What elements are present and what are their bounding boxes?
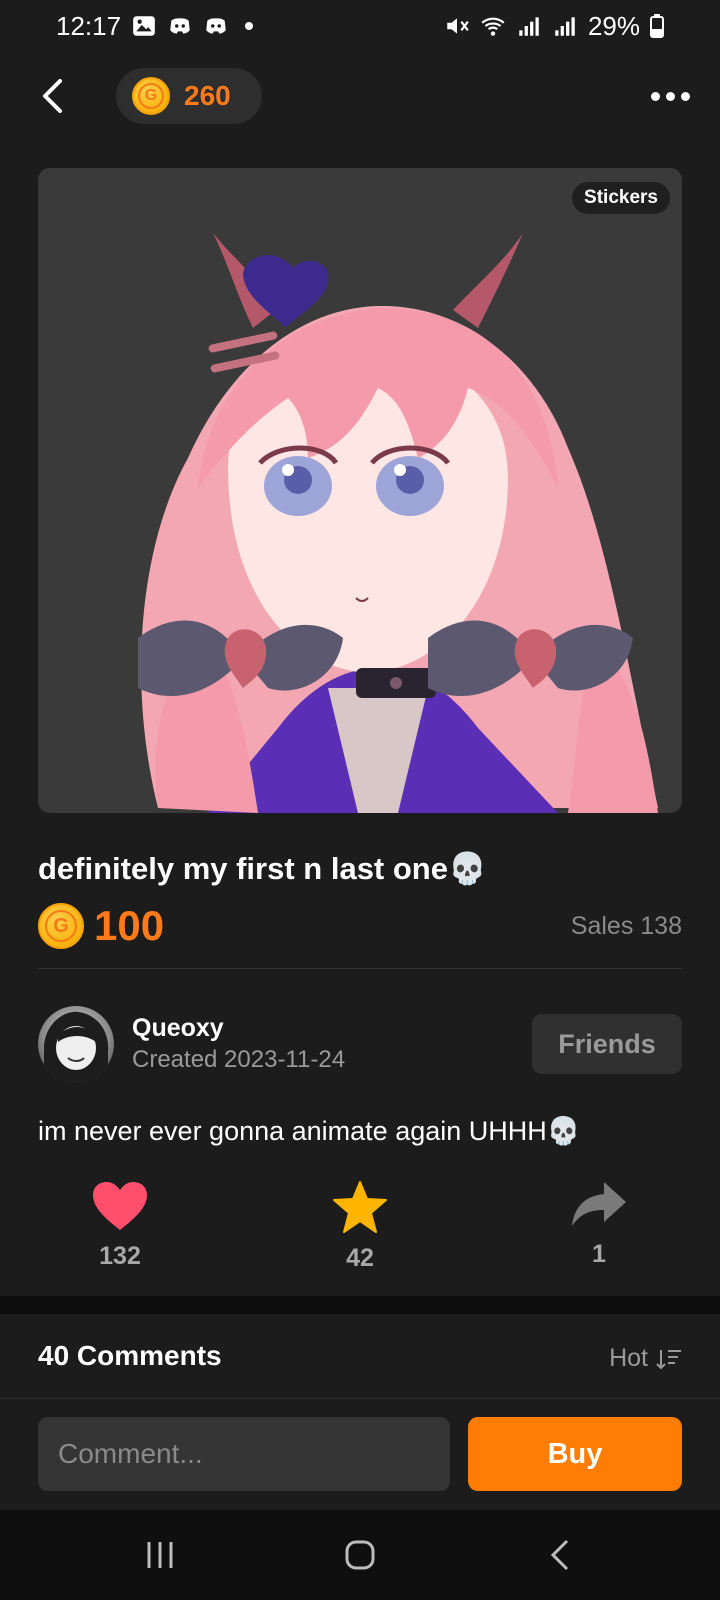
like-count: 132 [99, 1242, 141, 1270]
price-row: G 100 Sales 138 [38, 900, 682, 952]
more-icon [650, 91, 660, 101]
favorite-count: 42 [346, 1244, 374, 1272]
comments-title: 40 Comments [38, 1340, 222, 1371]
coin-balance-pill[interactable]: G 260 [116, 68, 262, 124]
discord-notification-icon [170, 18, 190, 34]
share-button[interactable]: 1 [549, 1180, 649, 1269]
like-button[interactable]: 132 [70, 1180, 170, 1271]
section-separator [0, 1296, 720, 1314]
author-row: Queoxy Created 2023-11-24 Friends [38, 1006, 682, 1082]
sticker-category-tag: Stickers [572, 182, 670, 214]
coin-balance: 260 [184, 80, 231, 111]
status-bar: 12:17 29% [0, 0, 720, 52]
back-arrow-icon [43, 79, 62, 113]
nav-back-icon [550, 1539, 569, 1571]
signal-icon [519, 17, 539, 36]
signal-icon-2 [555, 17, 575, 36]
comment-input[interactable] [38, 1417, 450, 1491]
comments-header: 40 Comments Hot [0, 1314, 720, 1398]
divider [38, 968, 682, 969]
battery-percent: 29% [587, 10, 640, 41]
discord-notification-icon-2 [206, 18, 226, 34]
sticker-description: im never ever gonna animate again UHHH💀 [38, 1116, 581, 1146]
share-icon [572, 1182, 626, 1226]
share-count: 1 [592, 1240, 606, 1268]
recents-icon [147, 1542, 173, 1568]
notification-dot-icon [245, 22, 254, 30]
home-icon [345, 1540, 375, 1570]
sticker-price: 100 [94, 902, 165, 949]
coin-icon: G [132, 77, 170, 115]
avatar[interactable] [38, 1006, 114, 1082]
bottom-action-bar: Buy [0, 1398, 720, 1510]
mute-icon [447, 18, 469, 34]
nav-back-button[interactable] [530, 1532, 590, 1578]
home-button[interactable] [330, 1532, 390, 1578]
author-name[interactable]: Queoxy [132, 1014, 224, 1043]
actions-row: 132 42 1 [0, 1180, 720, 1280]
buy-button[interactable]: Buy [468, 1417, 682, 1491]
more-options-button[interactable] [648, 78, 692, 114]
avatar-image [44, 1011, 109, 1082]
sticker-title: definitely my first n last one💀 [38, 851, 487, 886]
sort-icon [656, 1349, 681, 1369]
sales-count: Sales 138 [570, 911, 682, 940]
friends-button[interactable]: Friends [532, 1014, 682, 1074]
status-right: 29% [444, 11, 664, 42]
wifi-icon [481, 17, 505, 36]
sort-label: Hot [609, 1344, 648, 1372]
top-header: G 260 [0, 60, 720, 130]
status-time: 12:17 [56, 10, 122, 41]
sticker-image[interactable]: Stickers [38, 168, 682, 813]
sort-button[interactable]: Hot [609, 1344, 682, 1373]
status-left: 12:17 [56, 10, 254, 42]
back-button[interactable] [30, 74, 74, 118]
star-icon [333, 1181, 387, 1233]
coin-icon: G [38, 903, 84, 949]
favorite-button[interactable]: 42 [310, 1180, 410, 1273]
sticker-artwork-image [138, 233, 658, 813]
system-navigation-bar [0, 1510, 720, 1600]
created-date: Created 2023-11-24 [132, 1046, 346, 1073]
gallery-notification-icon [133, 16, 155, 36]
heart-icon [93, 1182, 147, 1230]
battery-icon [650, 14, 664, 38]
recents-button[interactable] [130, 1532, 190, 1578]
